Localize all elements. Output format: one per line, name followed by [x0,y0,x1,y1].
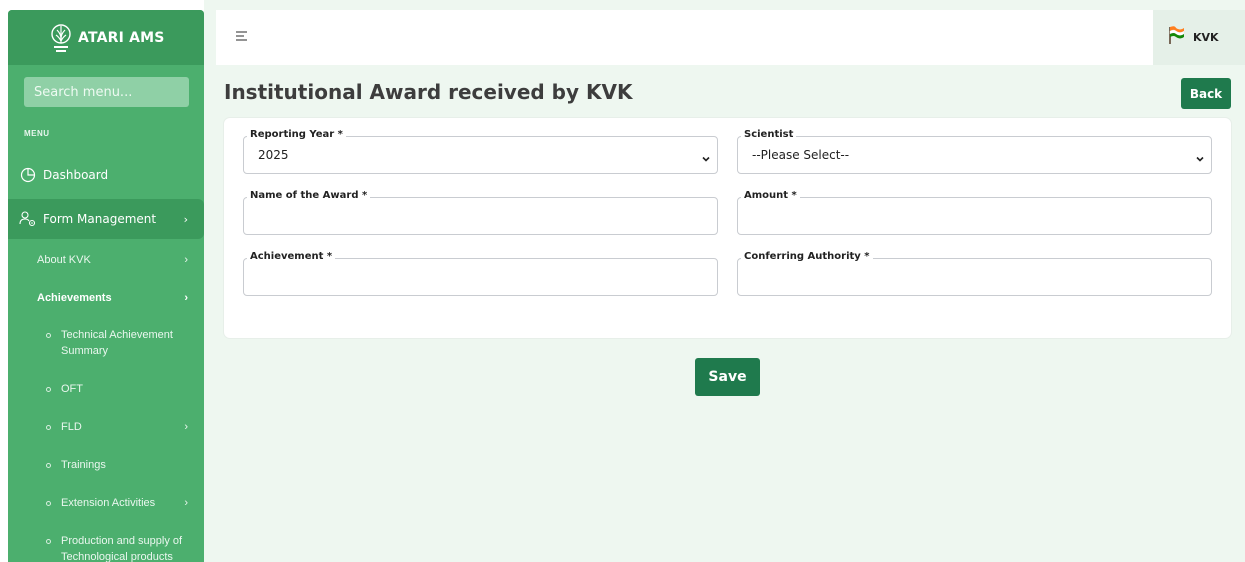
field-value: --Please Select-- [752,148,850,162]
sidebar-leaf-oft[interactable]: OFT [8,369,204,407]
sidebar-item-form-management[interactable]: Form Management › [8,199,204,239]
pie-chart-icon [19,166,37,184]
sidebar-subitem-label: Achievements [37,292,112,304]
users-gear-icon [19,210,37,228]
sidebar-leaf-fld[interactable]: FLD › [8,407,204,445]
award-form-card: Reporting Year * 2025 Scientist --Please… [224,118,1231,338]
chevron-right-icon: › [183,212,188,226]
icar-logo-icon [50,21,72,55]
back-button[interactable]: Back [1181,78,1231,109]
sidebar-leaf-label: Extension Activities [61,497,156,509]
circle-bullet-icon [46,333,51,338]
amount-field[interactable]: Amount * [737,190,1212,235]
chevron-right-icon: › [184,254,188,266]
sidebar-leaf-trainings[interactable]: Trainings [8,445,204,483]
app-root: ATARI AMS MENU Dashboard Form Management… [0,0,1245,562]
field-label: Reporting Year * [247,129,346,140]
sidebar-item-dashboard[interactable]: Dashboard [8,155,204,195]
field-label: Achievement * [247,251,336,262]
search-menu-input[interactable] [34,84,179,100]
menu-heading: MENU [24,129,50,138]
brand-name: ATARI AMS [78,29,165,46]
chevron-right-icon: › [184,421,188,433]
field-label: Name of the Award * [247,190,371,201]
sidebar-leaf-label: Production and supply of Technological p… [61,535,183,562]
brand[interactable]: ATARI AMS [8,10,204,65]
sidebar-leaf-label: Trainings [61,459,106,471]
sidebar: ATARI AMS MENU Dashboard Form Management… [8,10,204,562]
page-title: Institutional Award received by KVK [224,80,633,104]
sidebar-search [24,77,189,107]
circle-bullet-icon [46,539,51,544]
scientist-select[interactable]: Scientist --Please Select-- [737,129,1212,174]
field-value: 2025 [258,148,289,162]
chevron-right-icon: › [184,292,188,304]
chevron-down-icon [1195,151,1205,162]
conferring-authority-field[interactable]: Conferring Authority * [737,251,1212,296]
sidebar-subitem-label: About KVK [37,254,91,266]
circle-bullet-icon [46,463,51,468]
sidebar-item-label: Dashboard [43,168,109,182]
chevron-down-icon [701,151,711,162]
reporting-year-select[interactable]: Reporting Year * 2025 [243,129,718,174]
sidebar-leaf-label: Technical Achievement Summary [61,329,173,357]
circle-bullet-icon [46,425,51,430]
sidebar-subitem-about-kvk[interactable]: About KVK › [8,241,204,279]
sidebar-leaf-extension-activities[interactable]: Extension Activities › [8,483,204,521]
sidebar-subitem-achievements[interactable]: Achievements › [8,279,204,317]
field-label: Conferring Authority * [741,251,873,262]
top-bar: KVK [216,10,1245,65]
menu-toggle-icon[interactable] [235,29,249,43]
sidebar-leaf-production-supply[interactable]: Production and supply of Technological p… [8,521,204,562]
sidebar-leaf-label: FLD [61,421,82,433]
sidebar-leaf-label: OFT [61,383,83,395]
sidebar-item-label: Form Management [43,212,157,226]
field-label: Scientist [741,129,797,140]
award-name-field[interactable]: Name of the Award * [243,190,718,235]
sidebar-leaf-technical-achievement-summary[interactable]: Technical Achievement Summary [8,317,204,369]
flag-icon [1167,25,1185,50]
field-label: Amount * [741,190,800,201]
chevron-right-icon: › [184,497,188,509]
save-button[interactable]: Save [695,358,760,396]
user-menu[interactable]: KVK [1153,10,1245,65]
main-content: KVK Institutional Award received by KVK … [204,0,1245,562]
user-label: KVK [1193,31,1219,44]
circle-bullet-icon [46,387,51,392]
circle-bullet-icon [46,501,51,506]
achievement-field[interactable]: Achievement * [243,251,718,296]
